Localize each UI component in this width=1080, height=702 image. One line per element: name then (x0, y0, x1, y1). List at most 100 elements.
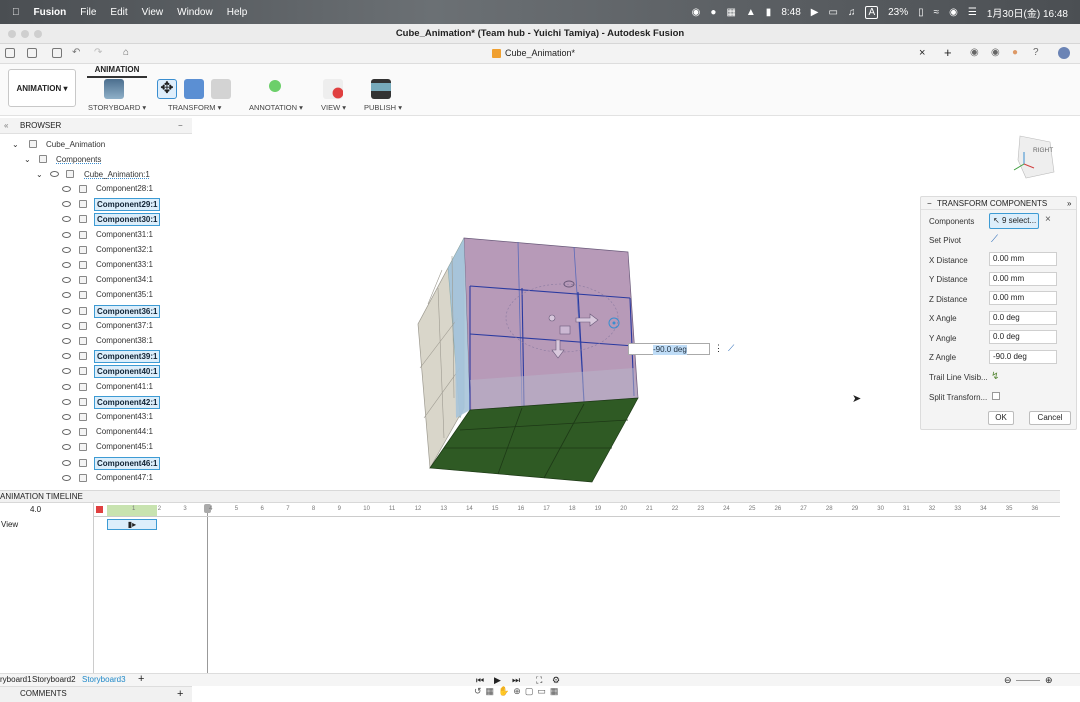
restore-home-icon[interactable] (211, 79, 231, 99)
clear-selection-icon[interactable]: × (1045, 214, 1051, 225)
display-settings-icon[interactable]: ▭ (537, 686, 550, 696)
move-icon[interactable]: ✥ (157, 79, 177, 99)
tab-storyboard2[interactable]: Storyboard2 (32, 674, 76, 686)
z-distance-field[interactable]: 0.00 mm (989, 291, 1057, 305)
save-icon[interactable] (52, 48, 62, 58)
eye-icon[interactable] (62, 322, 71, 329)
close-window-button[interactable] (8, 30, 16, 38)
pivot-icon[interactable]: ⟋ (728, 343, 734, 354)
new-storyboard-icon[interactable] (104, 79, 124, 99)
zoom-slider[interactable] (1016, 680, 1040, 681)
zoom-window-button[interactable] (34, 30, 42, 38)
view-group[interactable]: VIEW ▾ (321, 103, 346, 112)
transform-components-icon[interactable] (184, 79, 204, 99)
fit-icon[interactable]: ▢ (525, 686, 538, 696)
skip-end-icon[interactable]: ⏭ (512, 674, 520, 686)
y-angle-field[interactable]: 0.0 deg (989, 330, 1057, 344)
record-view-icon[interactable] (323, 79, 343, 99)
workspace-switcher[interactable]: ANIMATION ▾ (8, 69, 76, 107)
extensions-icon[interactable]: ◉ (970, 47, 979, 58)
play-icon[interactable]: ▶ (811, 7, 819, 18)
viewcube[interactable] (1017, 135, 1055, 179)
eye-icon[interactable] (50, 171, 59, 177)
animation-timeline[interactable]: 4.0 View ▮▸ (0, 503, 1060, 673)
tab-cube-animation[interactable]: Cube_Animation* (492, 48, 575, 58)
status-icon[interactable]: ◉ (692, 7, 701, 18)
help-icon[interactable]: ? (1033, 47, 1039, 58)
file-icon[interactable] (27, 48, 37, 58)
eye-icon[interactable] (62, 474, 71, 481)
publish-video-icon[interactable] (371, 79, 391, 99)
eye-icon[interactable] (62, 246, 71, 253)
status-icon[interactable]: ▦ (726, 7, 735, 18)
eye-icon[interactable] (62, 231, 71, 238)
ime-icon[interactable]: A (865, 5, 879, 19)
eye-icon[interactable] (62, 398, 71, 405)
siri-icon[interactable]: ◉ (949, 7, 958, 18)
annotation-group[interactable]: ANNOTATION ▾ (249, 103, 303, 112)
grid-icon[interactable] (5, 48, 15, 58)
eye-icon[interactable] (62, 186, 71, 192)
trail-line-icon[interactable]: ↯ (991, 371, 999, 382)
control-center-icon[interactable]: ☰ (968, 7, 977, 18)
pivot-icon[interactable]: ⟋ (991, 234, 998, 245)
eye-icon[interactable] (62, 262, 71, 268)
notifications-icon[interactable]: ● (1012, 47, 1018, 58)
menu-file[interactable]: File (80, 7, 96, 18)
view-keyframe-block[interactable]: ▮▸ (107, 519, 157, 530)
battery-icon[interactable]: ▯ (918, 7, 924, 18)
close-tab-icon[interactable]: × (919, 47, 925, 59)
z-angle-field[interactable]: -90.0 deg (989, 350, 1057, 364)
storyboard-group[interactable]: STORYBOARD ▾ (88, 103, 146, 112)
orbit-icon[interactable]: ↺ (474, 686, 486, 696)
collapse-icon[interactable]: − (927, 197, 932, 210)
fullscreen-icon[interactable]: ⛶ (536, 674, 542, 686)
menu-view[interactable]: View (142, 7, 164, 18)
wifi-icon[interactable]: ≈ (934, 7, 940, 18)
ok-button[interactable]: OK (988, 411, 1014, 425)
add-storyboard-icon[interactable]: + (138, 673, 144, 685)
navigation-bar[interactable]: ↺▦✋⊕▢▭▦ (474, 686, 562, 697)
skip-start-icon[interactable]: ⏮ (476, 674, 484, 686)
menu-edit[interactable]: Edit (110, 7, 127, 18)
home-icon[interactable]: ⌂ (123, 47, 129, 58)
apple-icon[interactable]:  (12, 7, 20, 18)
chevron-down-icon[interactable]: ⌄ (12, 137, 19, 152)
settings-icon[interactable]: ⚙ (552, 674, 560, 686)
zoom-out-icon[interactable]: ⊖ (1004, 674, 1012, 686)
split-transform-checkbox[interactable] (992, 392, 1000, 400)
avatar[interactable] (1058, 47, 1070, 59)
collapse-panel-icon[interactable]: « (4, 118, 8, 134)
publish-group[interactable]: PUBLISH ▾ (364, 103, 402, 112)
display-icon[interactable]: ▭ (828, 7, 837, 18)
pivot-point[interactable] (548, 314, 556, 322)
job-status-icon[interactable]: ◉ (991, 47, 1000, 58)
transform-group[interactable]: TRANSFORM ▾ (168, 103, 221, 112)
grid-settings-icon[interactable]: ▦ (550, 686, 563, 696)
timeline-start-marker[interactable] (96, 506, 103, 513)
menu-window[interactable]: Window (177, 7, 213, 18)
playhead[interactable] (207, 507, 208, 673)
status-icon[interactable]: ▮ (766, 7, 772, 18)
status-icon[interactable]: ▲ (746, 7, 756, 18)
tab-storyboard1[interactable]: Storyboard1 (0, 674, 32, 686)
angle-input[interactable]: -90.0 deg (628, 343, 710, 355)
volume-icon[interactable]: ♫ (848, 7, 856, 18)
zoom-in-icon[interactable]: ⊕ (1045, 674, 1053, 686)
current-time[interactable]: 4.0 (30, 505, 41, 514)
eye-icon[interactable] (62, 307, 71, 314)
status-icon[interactable]: ● (710, 7, 716, 18)
expand-icon[interactable]: » (1067, 197, 1071, 210)
undo-icon[interactable]: ↶ (72, 47, 80, 58)
play-icon[interactable]: ▶ (494, 674, 501, 686)
redo-icon[interactable]: ↷ (94, 47, 102, 58)
new-tab-icon[interactable]: + (944, 45, 952, 60)
x-angle-field[interactable]: 0.0 deg (989, 311, 1057, 325)
components-selector[interactable]: ↖ 9 select... (989, 213, 1039, 229)
more-options-icon[interactable]: ⋮ (714, 343, 723, 354)
menu-app[interactable]: Fusion (34, 7, 67, 18)
tab-animation[interactable]: ANIMATION (87, 64, 147, 78)
eye-icon[interactable] (62, 414, 71, 420)
chevron-down-icon[interactable]: ⌄ (36, 167, 43, 182)
timeline-ruler[interactable]: 1 2 3 4 5 6 7 8 9 10 11 12 13 14 15 16 17 18 19 20 21 22 23 24 2… (107, 505, 1060, 517)
